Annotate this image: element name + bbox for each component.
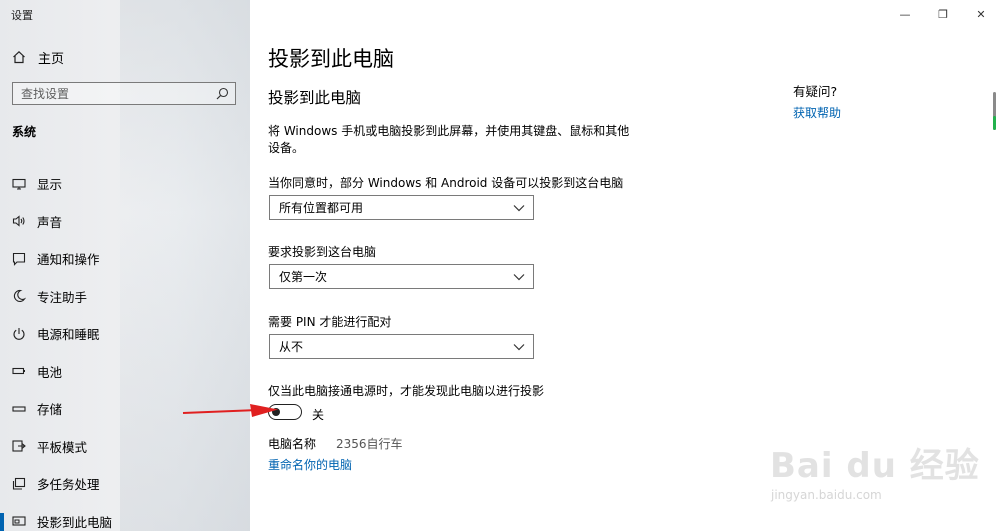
pc-name-label: 电脑名称 xyxy=(268,437,317,451)
page-title: 投影到此电脑 xyxy=(268,47,394,71)
ask-to-project-label: 要求投影到这台电脑 xyxy=(268,245,377,259)
search-input[interactable] xyxy=(21,86,201,101)
window-controls: — ❐ ✕ xyxy=(886,0,1000,28)
sidebar-item-label: 电池 xyxy=(37,364,63,380)
power-discovery-label: 仅当此电脑接通电源时，才能发现此电脑以进行投影 xyxy=(268,384,545,398)
minimize-button[interactable]: — xyxy=(886,0,924,28)
tablet-icon xyxy=(12,439,26,453)
sidebar: 设置 主页 系统 显示 声音 通知和操作 专注助手 电源和睡眠 xyxy=(0,0,250,531)
storage-icon xyxy=(12,402,26,416)
sidebar-item-battery[interactable]: 电池 xyxy=(0,353,250,391)
home-icon xyxy=(13,50,25,64)
watermark: Bai du 经验 jingyan.baidu.com xyxy=(765,418,990,513)
power-icon xyxy=(12,327,26,341)
dropdown-value: 从不 xyxy=(279,340,304,354)
sidebar-item-label: 通知和操作 xyxy=(37,252,100,268)
project-icon xyxy=(12,514,26,528)
home-label: 主页 xyxy=(38,51,65,67)
scrollbar[interactable] xyxy=(993,92,996,130)
section-title: 投影到此电脑 xyxy=(268,89,362,107)
ask-to-project-dropdown[interactable]: 仅第一次 xyxy=(269,264,534,289)
search-box[interactable] xyxy=(12,82,236,105)
toggle-state-text: 关 xyxy=(312,408,325,422)
sidebar-item-label: 声音 xyxy=(37,214,63,230)
sidebar-item-label: 多任务处理 xyxy=(37,477,100,493)
get-help-link[interactable]: 获取帮助 xyxy=(793,104,841,121)
sidebar-item-project-to-pc[interactable]: 投影到此电脑 xyxy=(0,503,250,531)
annotation-arrow xyxy=(182,404,278,417)
sidebar-item-focus-assist[interactable]: 专注助手 xyxy=(0,278,250,316)
pin-pairing-dropdown[interactable]: 从不 xyxy=(269,334,534,359)
multitask-icon xyxy=(12,477,26,491)
maximize-button[interactable]: ❐ xyxy=(924,0,962,28)
sidebar-item-sound[interactable]: 声音 xyxy=(0,203,250,241)
sidebar-item-label: 电源和睡眠 xyxy=(37,327,100,343)
chevron-down-icon xyxy=(513,343,525,350)
dropdown-value: 仅第一次 xyxy=(279,270,328,284)
sidebar-item-label: 平板模式 xyxy=(37,439,88,455)
notification-icon xyxy=(12,252,26,266)
sidebar-item-label: 投影到此电脑 xyxy=(37,514,113,530)
sidebar-item-power-sleep[interactable]: 电源和睡眠 xyxy=(0,315,250,353)
pc-name-value: 2356自行车 xyxy=(336,437,403,451)
sidebar-item-display[interactable]: 显示 xyxy=(0,165,250,203)
speaker-icon xyxy=(12,214,26,228)
sidebar-item-label: 存储 xyxy=(37,402,63,418)
sidebar-home[interactable]: 主页 xyxy=(12,48,65,67)
pin-pairing-label: 需要 PIN 才能进行配对 xyxy=(268,315,392,329)
app-title: 设置 xyxy=(11,9,33,22)
chevron-down-icon xyxy=(513,204,525,211)
sidebar-item-label: 显示 xyxy=(37,177,63,193)
chevron-down-icon xyxy=(513,273,525,280)
watermark-logo: Bai du 经验 xyxy=(770,446,980,486)
moon-icon xyxy=(12,289,26,303)
description-text: 将 Windows 手机或电脑投影到此屏幕，并使用其键盘、鼠标和其他设备。 xyxy=(268,124,630,155)
availability-dropdown[interactable]: 所有位置都可用 xyxy=(269,195,534,220)
rename-pc-link[interactable]: 重命名你的电脑 xyxy=(268,456,352,473)
section-heading: 系统 xyxy=(12,125,37,139)
sidebar-item-notifications[interactable]: 通知和操作 xyxy=(0,240,250,278)
close-button[interactable]: ✕ xyxy=(962,0,1000,28)
sidebar-item-label: 专注助手 xyxy=(37,289,88,305)
availability-label: 当你同意时，部分 Windows 和 Android 设备可以投影到这台电脑 xyxy=(268,176,624,190)
sidebar-nav: 显示 声音 通知和操作 专注助手 电源和睡眠 电池 存储 平板模式 多任务处理 … xyxy=(0,165,250,531)
battery-icon xyxy=(12,364,26,378)
sidebar-item-tablet-mode[interactable]: 平板模式 xyxy=(0,428,250,466)
search-icon[interactable] xyxy=(216,87,229,100)
display-icon xyxy=(12,177,26,191)
sidebar-item-multitasking[interactable]: 多任务处理 xyxy=(0,465,250,503)
watermark-url: jingyan.baidu.com xyxy=(771,488,882,502)
help-title: 有疑问? xyxy=(793,84,838,99)
dropdown-value: 所有位置都可用 xyxy=(279,201,364,215)
